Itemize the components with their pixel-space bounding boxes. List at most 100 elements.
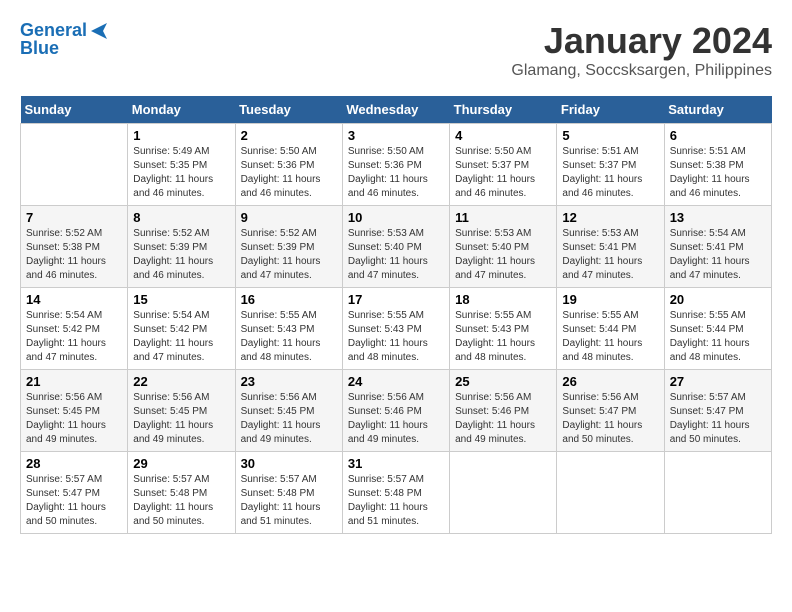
calendar-cell: 3 Sunrise: 5:50 AM Sunset: 5:36 PM Daylig… [342, 124, 449, 206]
day-info: Sunrise: 5:57 AM Sunset: 5:47 PM Dayligh… [670, 391, 766, 447]
day-info: Sunrise: 5:55 AM Sunset: 5:44 PM Dayligh… [562, 309, 658, 365]
calendar-cell: 18 Sunrise: 5:55 AM Sunset: 5:43 PM Dayli… [450, 288, 557, 370]
calendar-cell [450, 452, 557, 534]
day-number: 31 [348, 456, 444, 471]
calendar-cell [664, 452, 771, 534]
calendar-cell: 24 Sunrise: 5:56 AM Sunset: 5:46 PM Dayli… [342, 370, 449, 452]
day-number: 4 [455, 128, 551, 143]
calendar-cell: 30Sunrise: 5:57 AM Sunset: 5:48 PM Dayli… [235, 452, 342, 534]
calendar-cell: 23 Sunrise: 5:56 AM Sunset: 5:45 PM Dayli… [235, 370, 342, 452]
day-number: 21 [26, 374, 122, 389]
calendar-cell: 29 Sunrise: 5:57 AM Sunset: 5:48 PM Dayli… [128, 452, 235, 534]
day-info: Sunrise: 5:51 AM Sunset: 5:38 PM Dayligh… [670, 145, 766, 201]
day-info: Sunrise: 5:56 AM Sunset: 5:45 PM Dayligh… [133, 391, 229, 447]
day-info: Sunrise: 5:53 AM Sunset: 5:41 PM Dayligh… [562, 227, 658, 283]
calendar-cell: 8 Sunrise: 5:52 AM Sunset: 5:39 PM Daylig… [128, 206, 235, 288]
logo-bird-icon [89, 21, 109, 41]
subtitle: Glamang, Soccsksargen, Philippines [511, 62, 772, 80]
day-number: 23 [241, 374, 337, 389]
day-header-tuesday: Tuesday [235, 96, 342, 124]
calendar-cell: 12 Sunrise: 5:53 AM Sunset: 5:41 PM Dayli… [557, 206, 664, 288]
day-info: Sunrise: 5:50 AM Sunset: 5:36 PM Dayligh… [348, 145, 444, 201]
day-info: Sunrise: 5:56 AM Sunset: 5:47 PM Dayligh… [562, 391, 658, 447]
day-number: 22 [133, 374, 229, 389]
day-number: 28 [26, 456, 122, 471]
calendar-cell: 11Sunrise: 5:53 AM Sunset: 5:40 PM Dayli… [450, 206, 557, 288]
day-info: Sunrise: 5:50 AM Sunset: 5:37 PM Dayligh… [455, 145, 551, 201]
day-number: 6 [670, 128, 766, 143]
calendar-cell: 28Sunrise: 5:57 AM Sunset: 5:47 PM Dayli… [21, 452, 128, 534]
day-number: 20 [670, 292, 766, 307]
day-number: 29 [133, 456, 229, 471]
calendar-cell: 13 Sunrise: 5:54 AM Sunset: 5:41 PM Dayli… [664, 206, 771, 288]
calendar-cell: 27 Sunrise: 5:57 AM Sunset: 5:47 PM Dayli… [664, 370, 771, 452]
day-header-saturday: Saturday [664, 96, 771, 124]
calendar-cell: 10 Sunrise: 5:53 AM Sunset: 5:40 PM Dayli… [342, 206, 449, 288]
main-title: January 2024 [511, 20, 772, 62]
calendar-cell: 7Sunrise: 5:52 AM Sunset: 5:38 PM Daylig… [21, 206, 128, 288]
day-info: Sunrise: 5:51 AM Sunset: 5:37 PM Dayligh… [562, 145, 658, 201]
day-info: Sunrise: 5:52 AM Sunset: 5:39 PM Dayligh… [133, 227, 229, 283]
calendar-cell: 19Sunrise: 5:55 AM Sunset: 5:44 PM Dayli… [557, 288, 664, 370]
calendar-cell: 4 Sunrise: 5:50 AM Sunset: 5:37 PM Daylig… [450, 124, 557, 206]
calendar-cell: 15 Sunrise: 5:54 AM Sunset: 5:42 PM Dayli… [128, 288, 235, 370]
day-info: Sunrise: 5:55 AM Sunset: 5:43 PM Dayligh… [348, 309, 444, 365]
day-number: 15 [133, 292, 229, 307]
day-info: Sunrise: 5:57 AM Sunset: 5:48 PM Dayligh… [348, 473, 444, 529]
day-number: 24 [348, 374, 444, 389]
calendar-cell [557, 452, 664, 534]
day-number: 1 [133, 128, 229, 143]
day-info: Sunrise: 5:52 AM Sunset: 5:39 PM Dayligh… [241, 227, 337, 283]
day-number: 10 [348, 210, 444, 225]
calendar-table: SundayMondayTuesdayWednesdayThursdayFrid… [20, 96, 772, 534]
day-info: Sunrise: 5:56 AM Sunset: 5:45 PM Dayligh… [241, 391, 337, 447]
week-row-3: 14 Sunrise: 5:54 AM Sunset: 5:42 PM Dayli… [21, 288, 772, 370]
day-info: Sunrise: 5:53 AM Sunset: 5:40 PM Dayligh… [348, 227, 444, 283]
calendar-cell [21, 124, 128, 206]
calendar-cell: 5 Sunrise: 5:51 AM Sunset: 5:37 PM Daylig… [557, 124, 664, 206]
day-number: 26 [562, 374, 658, 389]
day-number: 12 [562, 210, 658, 225]
day-info: Sunrise: 5:54 AM Sunset: 5:42 PM Dayligh… [26, 309, 122, 365]
day-header-monday: Monday [128, 96, 235, 124]
day-info: Sunrise: 5:57 AM Sunset: 5:48 PM Dayligh… [133, 473, 229, 529]
day-info: Sunrise: 5:56 AM Sunset: 5:45 PM Dayligh… [26, 391, 122, 447]
calendar-cell: 20 Sunrise: 5:55 AM Sunset: 5:44 PM Dayli… [664, 288, 771, 370]
day-number: 14 [26, 292, 122, 307]
day-number: 13 [670, 210, 766, 225]
day-info: Sunrise: 5:50 AM Sunset: 5:36 PM Dayligh… [241, 145, 337, 201]
day-header-thursday: Thursday [450, 96, 557, 124]
week-row-4: 21 Sunrise: 5:56 AM Sunset: 5:45 PM Dayli… [21, 370, 772, 452]
calendar-cell: 9 Sunrise: 5:52 AM Sunset: 5:39 PM Daylig… [235, 206, 342, 288]
week-row-5: 28Sunrise: 5:57 AM Sunset: 5:47 PM Dayli… [21, 452, 772, 534]
day-number: 3 [348, 128, 444, 143]
calendar-cell: 2Sunrise: 5:50 AM Sunset: 5:36 PM Daylig… [235, 124, 342, 206]
day-info: Sunrise: 5:54 AM Sunset: 5:42 PM Dayligh… [133, 309, 229, 365]
day-number: 9 [241, 210, 337, 225]
calendar-cell: 1 Sunrise: 5:49 AM Sunset: 5:35 PM Daylig… [128, 124, 235, 206]
day-number: 25 [455, 374, 551, 389]
day-number: 17 [348, 292, 444, 307]
day-info: Sunrise: 5:52 AM Sunset: 5:38 PM Dayligh… [26, 227, 122, 283]
day-info: Sunrise: 5:55 AM Sunset: 5:43 PM Dayligh… [241, 309, 337, 365]
logo-text-blue: Blue [20, 38, 59, 60]
day-info: Sunrise: 5:56 AM Sunset: 5:46 PM Dayligh… [455, 391, 551, 447]
calendar-cell: 21 Sunrise: 5:56 AM Sunset: 5:45 PM Dayli… [21, 370, 128, 452]
day-number: 30 [241, 456, 337, 471]
day-number: 5 [562, 128, 658, 143]
header: General Blue January 2024 Glamang, Soccs… [20, 20, 772, 80]
day-number: 27 [670, 374, 766, 389]
day-info: Sunrise: 5:54 AM Sunset: 5:41 PM Dayligh… [670, 227, 766, 283]
day-info: Sunrise: 5:53 AM Sunset: 5:40 PM Dayligh… [455, 227, 551, 283]
title-section: January 2024 Glamang, Soccsksargen, Phil… [511, 20, 772, 80]
week-row-1: 1 Sunrise: 5:49 AM Sunset: 5:35 PM Daylig… [21, 124, 772, 206]
day-number: 8 [133, 210, 229, 225]
day-info: Sunrise: 5:55 AM Sunset: 5:43 PM Dayligh… [455, 309, 551, 365]
day-info: Sunrise: 5:55 AM Sunset: 5:44 PM Dayligh… [670, 309, 766, 365]
day-info: Sunrise: 5:56 AM Sunset: 5:46 PM Dayligh… [348, 391, 444, 447]
calendar-cell: 26 Sunrise: 5:56 AM Sunset: 5:47 PM Dayli… [557, 370, 664, 452]
logo: General Blue [20, 20, 109, 59]
day-info: Sunrise: 5:49 AM Sunset: 5:35 PM Dayligh… [133, 145, 229, 201]
day-header-sunday: Sunday [21, 96, 128, 124]
day-number: 18 [455, 292, 551, 307]
